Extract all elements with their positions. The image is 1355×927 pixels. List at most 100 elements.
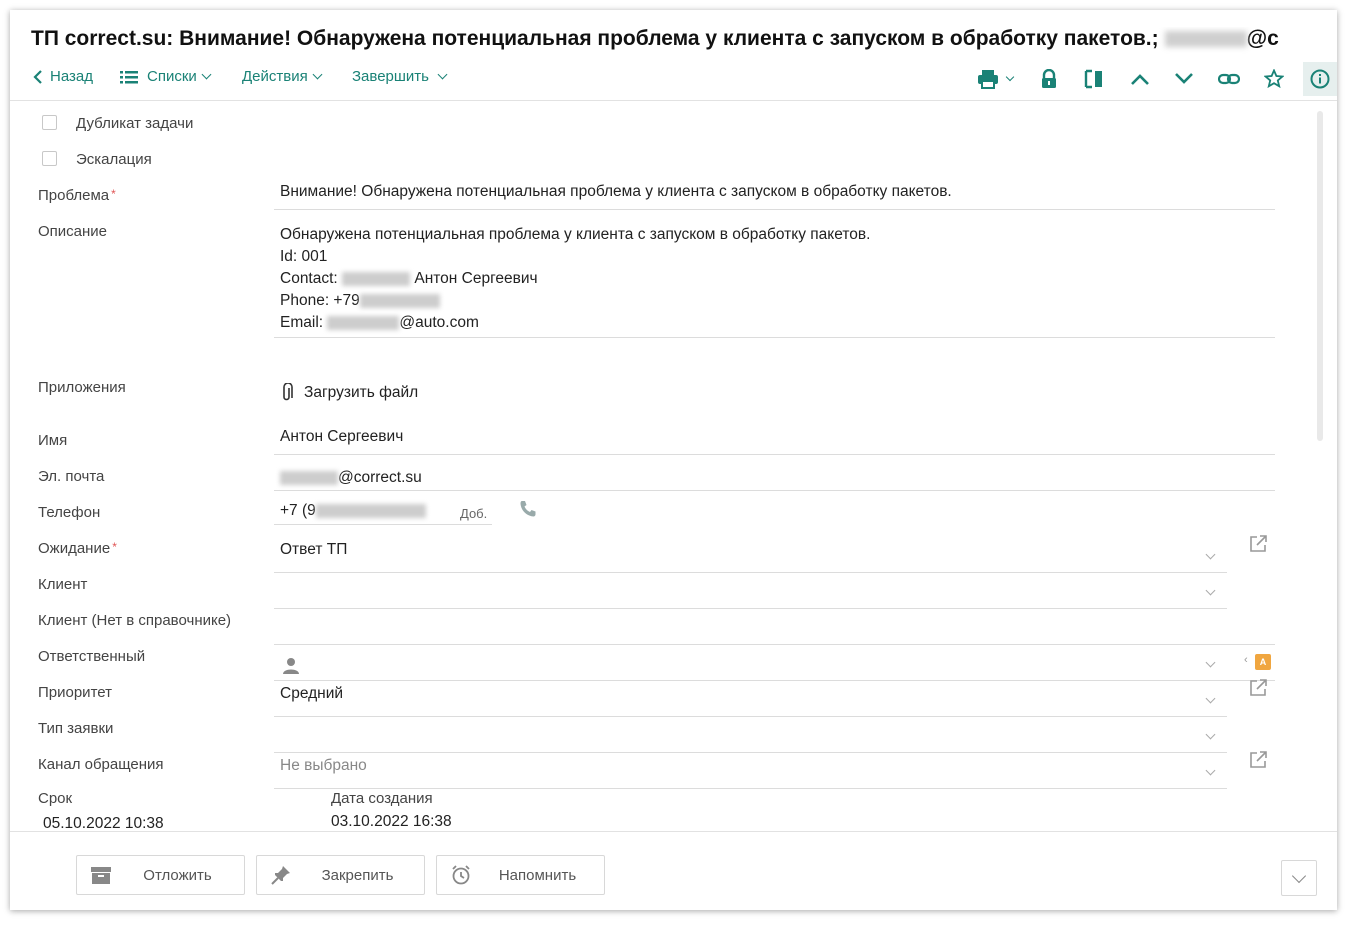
email-underline	[274, 490, 1275, 491]
external-link-icon	[1250, 679, 1267, 696]
created-value: 03.10.2022 16:38	[331, 813, 452, 830]
call-button[interactable]	[518, 499, 538, 524]
waiting-select[interactable]: Ответ ТП	[280, 541, 347, 559]
alarm-clock-icon	[449, 863, 473, 887]
assign-badge[interactable]: A	[1255, 654, 1271, 670]
problem-input[interactable]: Внимание! Обнаружена потенциальная пробл…	[280, 183, 952, 201]
chevron-left-icon	[33, 69, 42, 84]
redacted-email-user	[280, 470, 338, 485]
star-icon	[1264, 69, 1284, 89]
external-link-icon	[1250, 751, 1267, 768]
external-link-icon	[1250, 535, 1267, 552]
pin-icon	[269, 863, 293, 887]
remind-button[interactable]: Напомнить	[436, 855, 605, 895]
channel-underline	[274, 788, 1227, 789]
split-view-button[interactable]	[1079, 64, 1109, 94]
favorite-button[interactable]	[1259, 64, 1289, 94]
chevron-down-icon	[437, 69, 448, 80]
phone-label: Телефон	[38, 504, 101, 521]
phone-underline	[274, 524, 492, 525]
created-label: Дата создания	[331, 790, 433, 807]
open-external-button[interactable]	[1248, 534, 1268, 554]
phone-ext-label: Доб.	[460, 506, 488, 521]
footer-actions: Отложить Закрепить Напомнить	[10, 831, 1337, 910]
channel-label: Канал обращения	[38, 756, 164, 773]
paperclip-icon	[283, 383, 293, 401]
problem-underline	[274, 209, 1275, 210]
user-icon	[283, 658, 299, 674]
responsible-underline	[274, 680, 1275, 681]
redacted-phone	[359, 293, 440, 308]
print-button[interactable]	[970, 64, 1020, 94]
previous-button[interactable]	[1125, 64, 1155, 94]
chevron-down-icon	[1291, 868, 1307, 884]
priority-select[interactable]: Средний	[280, 685, 343, 703]
name-underline	[274, 454, 1275, 455]
deadline-label: Срок	[38, 790, 73, 807]
email-label: Эл. почта	[38, 468, 105, 485]
chevron-down-icon	[312, 69, 323, 80]
chevron-down-icon[interactable]	[1205, 765, 1216, 776]
description-underline	[274, 337, 1275, 338]
lock-button[interactable]	[1034, 64, 1064, 94]
redacted-phone-number	[315, 503, 426, 518]
channel-select[interactable]: Не выбрано	[280, 757, 367, 775]
problem-label: Проблема *	[38, 187, 116, 204]
description-textarea[interactable]: Обнаружена потенциальная проблема у клие…	[280, 224, 870, 334]
waiting-label: Ожидание *	[38, 540, 117, 557]
redacted-surname	[342, 271, 411, 286]
redacted-email	[1164, 31, 1247, 48]
pin-button[interactable]: Закрепить	[256, 855, 425, 895]
finish-menu-button[interactable]: Завершить	[352, 68, 448, 85]
chevron-down-icon[interactable]	[1205, 693, 1216, 704]
chevron-down-icon	[201, 69, 212, 80]
name-input[interactable]: Антон Сергеевич	[280, 428, 403, 446]
client-unlisted-underline[interactable]	[274, 644, 1275, 645]
info-button[interactable]	[1303, 62, 1337, 96]
link-button[interactable]	[1214, 64, 1244, 94]
responsible-label: Ответственный	[38, 648, 146, 665]
ticket-window: ТП correct.su: Внимание! Обнаружена поте…	[10, 10, 1337, 910]
split-view-icon	[1084, 69, 1102, 89]
page-title: ТП correct.su: Внимание! Обнаружена поте…	[31, 27, 1279, 50]
ticket-type-label: Тип заявки	[38, 720, 114, 737]
client-underline[interactable]	[274, 608, 1227, 609]
scrollbar[interactable]	[1317, 111, 1323, 441]
deadline-input[interactable]: 05.10.2022 10:38	[43, 815, 164, 831]
escalation-label: Эскалация	[76, 151, 152, 168]
description-label: Описание	[38, 223, 108, 240]
duplicate-checkbox[interactable]	[42, 115, 57, 130]
chevron-left-icon[interactable]: ‹	[1244, 654, 1248, 666]
actions-menu-button[interactable]: Действия	[242, 68, 323, 85]
chevron-down-icon	[1175, 73, 1193, 84]
open-external-button[interactable]	[1248, 750, 1268, 770]
list-icon	[120, 70, 138, 83]
escalation-checkbox[interactable]	[42, 151, 57, 166]
lists-menu-button[interactable]: Списки	[120, 68, 212, 85]
upload-file-button[interactable]: Загрузить файл	[280, 383, 418, 403]
back-button[interactable]: Назад	[32, 68, 93, 85]
email-input[interactable]: @correct.su	[280, 469, 422, 487]
phone-input[interactable]: +7 (9	[280, 502, 426, 520]
priority-label: Приоритет	[38, 684, 112, 701]
ticket-form: Дубликат задачи Эскалация Проблема * Вним…	[10, 101, 1337, 831]
collapse-button[interactable]	[1281, 860, 1317, 896]
duplicate-label: Дубликат задачи	[76, 115, 194, 132]
chevron-down-icon[interactable]	[1205, 585, 1216, 596]
responsible-select[interactable]	[282, 657, 300, 680]
waiting-underline	[274, 572, 1227, 573]
ticket-type-underline[interactable]	[274, 752, 1227, 753]
next-button[interactable]	[1169, 64, 1199, 94]
chevron-down-icon	[1005, 72, 1015, 82]
phone-icon	[520, 501, 536, 517]
priority-underline	[274, 716, 1227, 717]
name-label: Имя	[38, 432, 68, 449]
postpone-button[interactable]: Отложить	[76, 855, 245, 895]
attachments-label: Приложения	[38, 379, 126, 396]
chevron-down-icon[interactable]	[1205, 657, 1216, 668]
open-external-button[interactable]	[1248, 678, 1268, 698]
chevron-down-icon[interactable]	[1205, 549, 1216, 560]
toolbar: Назад Списки Действия Завершить	[10, 62, 1337, 98]
chevron-down-icon[interactable]	[1205, 729, 1216, 740]
redacted-email	[327, 315, 400, 330]
